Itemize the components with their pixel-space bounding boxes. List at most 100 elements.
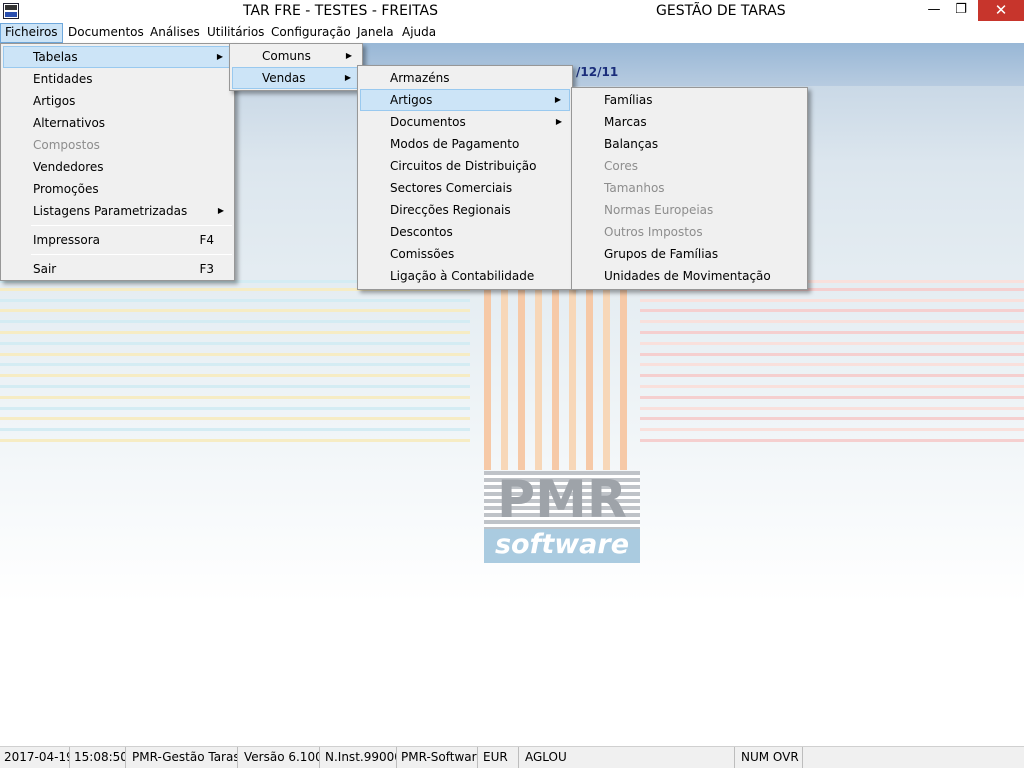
menu-item-impressora[interactable]: Impressora F4 (3, 229, 232, 251)
menu-item-comissoes[interactable]: Comissões (360, 243, 570, 265)
menu-item-vendas-artigos[interactable]: Artigos ▶ (360, 89, 570, 111)
menu-item-artigos[interactable]: Artigos (3, 90, 232, 112)
stripe-right (640, 331, 1024, 334)
stripe-left (0, 331, 470, 334)
submenu-arrow-icon: ▶ (555, 117, 562, 126)
title-bar: TAR FRE - TESTES - FREITAS GESTÃO DE TAR… (0, 0, 1024, 23)
menu-item-unidades-movimentacao[interactable]: Unidades de Movimentação (574, 265, 805, 287)
stripe-left (0, 353, 470, 356)
menu-item-armazens[interactable]: Armazéns (360, 67, 570, 89)
stripe-left (0, 342, 470, 345)
stripe-center (569, 280, 576, 470)
submenu-arrow-icon: ▶ (344, 73, 351, 82)
menu-item-compostos: Compostos (33, 138, 100, 152)
stripe-center (501, 280, 508, 470)
stripe-right (640, 309, 1024, 312)
stripe-right (640, 417, 1024, 420)
menu-configuracao[interactable]: Configuração (267, 23, 355, 43)
submenu-arrow-icon: ▶ (216, 52, 223, 61)
shortcut-label: F4 (199, 233, 214, 247)
stripe-left (0, 428, 470, 431)
menu-ficheiros[interactable]: Ficheiros (0, 23, 63, 43)
shortcut-label: F3 (199, 262, 214, 276)
menu-janela[interactable]: Janela (353, 23, 398, 43)
menu-item-grupos-familias[interactable]: Grupos de Famílias (574, 243, 805, 265)
menu-item-sectores[interactable]: Sectores Comerciais (360, 177, 570, 199)
status-vendor: PMR-Software (397, 747, 478, 768)
stripe-left (0, 385, 470, 388)
stripe-left (0, 407, 470, 410)
menu-item-tamanhos: Tamanhos (604, 181, 665, 195)
menu-item-sair[interactable]: Sair F3 (3, 258, 232, 280)
menu-utilitarios[interactable]: Utilitários (203, 23, 268, 43)
stripe-left (0, 439, 470, 442)
logo-software-text: software (484, 529, 640, 563)
status-bar: 2017-04-19 15:08:50 PMR-Gestão Taras Ver… (0, 746, 1024, 768)
status-time: 15:08:50 (70, 747, 126, 768)
menu-ajuda[interactable]: Ajuda (398, 23, 440, 43)
menu-item-descontos[interactable]: Descontos (360, 221, 570, 243)
status-user: AGLOU (521, 747, 735, 768)
logo-pmr-text: PMR (484, 471, 640, 529)
stripe-right (640, 428, 1024, 431)
menu-analises[interactable]: Análises (146, 23, 204, 43)
menu-item-vendedores[interactable]: Vendedores (3, 156, 232, 178)
menu-item-direccoes[interactable]: Direcções Regionais (360, 199, 570, 221)
status-empty-panel (805, 747, 1024, 768)
stripe-center (535, 280, 542, 470)
menu-item-balancas[interactable]: Balanças (574, 133, 805, 155)
stripe-left (0, 374, 470, 377)
menu-item-listagens[interactable]: Listagens Parametrizadas ▶ (3, 200, 232, 222)
menu-item-tabelas[interactable]: Tabelas ▶ (3, 46, 232, 68)
status-currency: EUR (479, 747, 519, 768)
menu-documentos[interactable]: Documentos (64, 23, 148, 43)
stripe-center (603, 280, 610, 470)
submenu-arrow-icon: ▶ (345, 51, 352, 60)
maximize-button[interactable]: ❐ (946, 0, 976, 21)
stripe-right (640, 320, 1024, 323)
stripe-left (0, 320, 470, 323)
minimize-button[interactable]: — (919, 0, 949, 21)
stripe-center (484, 280, 491, 470)
stripe-left (0, 309, 470, 312)
menu-item-modos-pagamento[interactable]: Modos de Pagamento (360, 133, 570, 155)
stripe-right (640, 407, 1024, 410)
menu-item-comuns[interactable]: Comuns ▶ (232, 45, 360, 67)
date-label: /12/11 (576, 65, 619, 79)
stripe-center (586, 280, 593, 470)
submenu-arrow-icon: ▶ (217, 206, 224, 215)
submenu-arrow-icon: ▶ (554, 95, 561, 104)
menu-item-normas-europeias: Normas Europeias (604, 203, 714, 217)
menu-item-cores: Cores (604, 159, 639, 173)
window-subtitle: GESTÃO DE TARAS (656, 3, 786, 19)
menu-item-outros-impostos: Outros Impostos (604, 225, 703, 239)
stripe-left (0, 396, 470, 399)
menu-item-familias[interactable]: Famílias (574, 89, 805, 111)
close-button[interactable]: ✕ (978, 0, 1024, 21)
stripe-left (0, 299, 470, 302)
menu-item-alternativos[interactable]: Alternativos (3, 112, 232, 134)
stripe-right (640, 374, 1024, 377)
status-version: Versão 6.100 (240, 747, 320, 768)
stripe-right (640, 396, 1024, 399)
stripe-right (640, 363, 1024, 366)
menu-ficheiros-dropdown: Tabelas ▶ Entidades Artigos Alternativos … (0, 43, 235, 281)
menu-item-marcas[interactable]: Marcas (574, 111, 805, 133)
menu-item-promocoes[interactable]: Promoções (3, 178, 232, 200)
menu-vendas-dropdown: Armazéns Artigos ▶ Documentos ▶ Modos de P… (357, 65, 573, 290)
status-date: 2017-04-19 (0, 747, 70, 768)
stripe-left (0, 417, 470, 420)
menu-item-entidades[interactable]: Entidades (3, 68, 232, 90)
stripe-center (552, 280, 559, 470)
menu-item-documentos[interactable]: Documentos ▶ (360, 111, 570, 133)
stripe-right (640, 299, 1024, 302)
stripe-center (518, 280, 525, 470)
menu-artigos-dropdown: Famílias Marcas Balanças Cores Tamanhos … (571, 87, 808, 290)
stripe-right (640, 385, 1024, 388)
menu-separator (31, 225, 232, 226)
app-icon[interactable] (3, 3, 19, 19)
menu-item-circuitos[interactable]: Circuitos de Distribuição (360, 155, 570, 177)
menu-item-vendas[interactable]: Vendas ▶ (232, 67, 360, 89)
window-title: TAR FRE - TESTES - FREITAS (243, 3, 439, 19)
menu-item-contabilidade[interactable]: Ligação à Contabilidade (360, 265, 570, 287)
